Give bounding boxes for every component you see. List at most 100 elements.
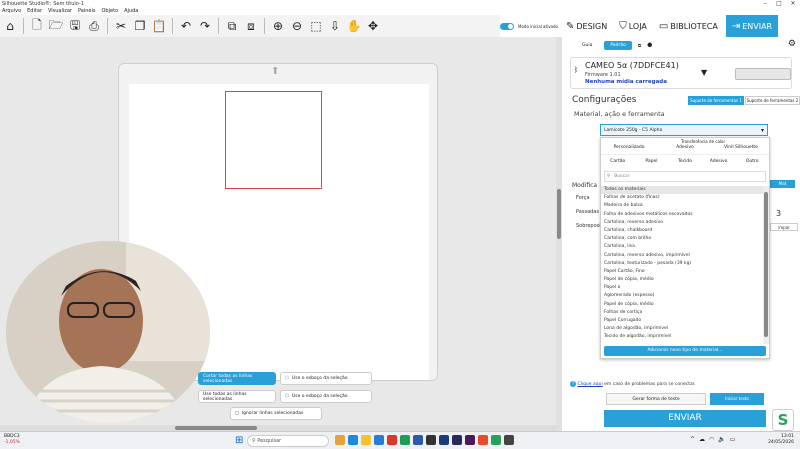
steam-icon[interactable] <box>426 435 436 445</box>
dropdown-scrollbar[interactable] <box>763 186 769 344</box>
use-outline-button[interactable]: ⬡ Use o esboço da seleção <box>280 372 372 385</box>
wifi-icon[interactable]: ◠ <box>709 436 714 443</box>
cloud-icon[interactable]: ☁ <box>699 436 705 443</box>
square-shape[interactable] <box>225 91 322 189</box>
nav-loja[interactable]: ⛉ LOJA <box>615 21 651 32</box>
category-papel[interactable]: Papel <box>635 155 669 168</box>
home-icon[interactable]: ⌂ <box>2 18 18 34</box>
ungroup-icon[interactable]: ⧈ <box>243 18 259 34</box>
stock-widget[interactable]: BBDC3 -1,05% <box>4 434 20 446</box>
material-option[interactable]: Folhas de cortiça <box>601 309 763 317</box>
app-icon[interactable] <box>348 435 358 445</box>
open-folder-icon[interactable]: 🗁 <box>48 18 64 34</box>
close-button[interactable]: ✕ <box>786 0 800 8</box>
folder-icon[interactable] <box>361 435 371 445</box>
clock[interactable]: 13:01 24/05/2026 <box>768 434 794 446</box>
photoshop-icon[interactable] <box>439 435 449 445</box>
device-dropdown-icon[interactable]: ▼ <box>701 68 707 77</box>
material-option[interactable]: Aglomerado (espesso) <box>601 292 763 300</box>
material-option[interactable]: Papel de cópia, médio <box>601 301 763 309</box>
fit-page-icon[interactable]: ✥ <box>365 18 381 34</box>
material-option[interactable]: Papel o <box>601 284 763 292</box>
copy-icon[interactable]: ❐ <box>132 18 148 34</box>
material-option[interactable]: Folha de adesivos metálicos escovados <box>601 211 763 219</box>
tab-guia[interactable]: Guia <box>576 41 598 50</box>
category-personalizado[interactable]: Personalizado <box>601 141 657 155</box>
material-option[interactable]: Papel Cartão, Fino <box>601 268 763 276</box>
app-icon[interactable] <box>413 435 423 445</box>
tab-tool-support-1[interactable]: Suporte de ferramentas 1 <box>688 96 744 105</box>
premiere-icon[interactable] <box>465 435 475 445</box>
edge-icon[interactable] <box>374 435 384 445</box>
scroll-thumb[interactable] <box>764 192 768 337</box>
device-card[interactable]: ᛒ CAMEO 5α (7DDFCE41) Firmware 1.01 Nenh… <box>570 57 792 89</box>
material-option[interactable]: Cartolina, com brilho <box>601 235 763 243</box>
help-link[interactable]: Clique aqui <box>577 382 602 387</box>
zoom-out-icon[interactable]: ⊖ <box>289 18 305 34</box>
material-option[interactable]: Madeira de balsa <box>601 202 763 210</box>
save-icon[interactable]: 🖫 <box>67 18 83 34</box>
cut-selected-button[interactable]: Cortar todas as linhas selecionadas <box>198 372 276 385</box>
new-document-icon[interactable]: 🗋 <box>29 18 45 34</box>
tab-padrao[interactable]: Padrão <box>604 41 632 50</box>
material-search-input[interactable]: ⚲ Buscar <box>604 171 766 182</box>
colors-icon[interactable]: ⬤ <box>647 43 652 48</box>
app-icon[interactable] <box>504 435 514 445</box>
zoom-fit-icon[interactable]: ⬚ <box>308 18 324 34</box>
battery-icon[interactable]: ▭ <box>730 436 736 443</box>
menu-editar[interactable]: Editar <box>27 8 42 15</box>
category-tecido[interactable]: Tecido <box>668 155 702 168</box>
home-mode-toggle[interactable] <box>500 22 514 30</box>
maximize-button[interactable]: □ <box>772 0 786 8</box>
move-down-icon[interactable]: ⇩ <box>327 18 343 34</box>
add-material-button[interactable]: Adicionar novo tipo de material... <box>604 346 766 356</box>
category-outro[interactable]: Outro <box>735 155 769 168</box>
cut-icon[interactable]: ✂ <box>113 18 129 34</box>
windows-start-icon[interactable]: ⊞ <box>235 435 243 446</box>
nav-design[interactable]: ✎ DESIGN <box>562 21 611 32</box>
app-icon[interactable] <box>452 435 462 445</box>
material-option[interactable]: Cartolina, lisa <box>601 243 763 251</box>
material-option[interactable]: Lona de algodão, imprimível <box>601 325 763 333</box>
material-option[interactable]: Papel de cópia, médio <box>601 276 763 284</box>
chrome-icon[interactable] <box>478 435 488 445</box>
print-icon[interactable]: ⎙ <box>86 18 102 34</box>
menu-objeto[interactable]: Objeto <box>102 8 119 15</box>
zoom-in-icon[interactable]: ⊕ <box>270 18 286 34</box>
scroll-thumb[interactable] <box>175 426 257 430</box>
silhouette-icon[interactable] <box>491 435 501 445</box>
gear-icon[interactable]: ⚙ <box>788 39 796 49</box>
redo-icon[interactable]: ↷ <box>197 18 213 34</box>
material-option[interactable]: Cartolina, reverso adesivo, imprimível <box>601 252 763 260</box>
send-button[interactable]: ENVIAR <box>604 410 766 427</box>
menu-paineis[interactable]: Painéis <box>78 8 95 15</box>
menu-arquivo[interactable]: Arquivo <box>2 8 21 15</box>
material-select[interactable]: Lamicote 250g - C5 Alpha ▾ <box>600 124 768 136</box>
clear-button[interactable]: impar <box>770 223 798 231</box>
mat-badge[interactable]: Mat <box>770 180 795 188</box>
undo-icon[interactable]: ↶ <box>178 18 194 34</box>
scroll-thumb[interactable] <box>557 189 561 239</box>
material-option[interactable]: Todos os materiais <box>601 186 763 195</box>
material-option[interactable]: Folhas de acetato (finas) <box>601 194 763 202</box>
excel-icon[interactable] <box>400 435 410 445</box>
taskbar-search[interactable]: ⚲ Pesquisar <box>247 435 329 447</box>
layers-icon[interactable]: ⧉ <box>638 43 641 49</box>
chevron-up-icon[interactable]: ^ <box>690 436 695 443</box>
use-outline-button-2[interactable]: ⬡ Use o esboço da seleção <box>280 390 372 403</box>
use-all-selected-button[interactable]: Use todas as linhas selecionadas <box>198 390 276 403</box>
ignore-selected-button[interactable]: ◻ Ignorar linhas selecionadas <box>230 407 322 420</box>
pan-hand-icon[interactable]: ✋ <box>346 18 362 34</box>
nav-biblioteca[interactable]: ▭ BIBLIOTECA <box>655 21 722 32</box>
category-adesivo-2[interactable]: Adesivo <box>702 155 736 168</box>
material-option[interactable]: Cartolina, chalkboard <box>601 227 763 235</box>
nav-enviar[interactable]: ⇥ ENVIAR <box>725 15 779 37</box>
volume-icon[interactable]: 🔈 <box>718 436 725 443</box>
test-shape-button[interactable]: Gerar forma de teste <box>606 393 706 405</box>
start-test-button[interactable]: Iniciar teste <box>710 393 764 405</box>
minimize-button[interactable]: – <box>758 0 772 8</box>
material-option[interactable]: Cartolina, texturizado - pesada (39 kg) <box>601 260 763 268</box>
app-icon[interactable] <box>335 435 345 445</box>
paste-icon[interactable]: 📋 <box>151 18 167 34</box>
material-option[interactable]: Tecido de algodão, imprimível <box>601 333 763 341</box>
